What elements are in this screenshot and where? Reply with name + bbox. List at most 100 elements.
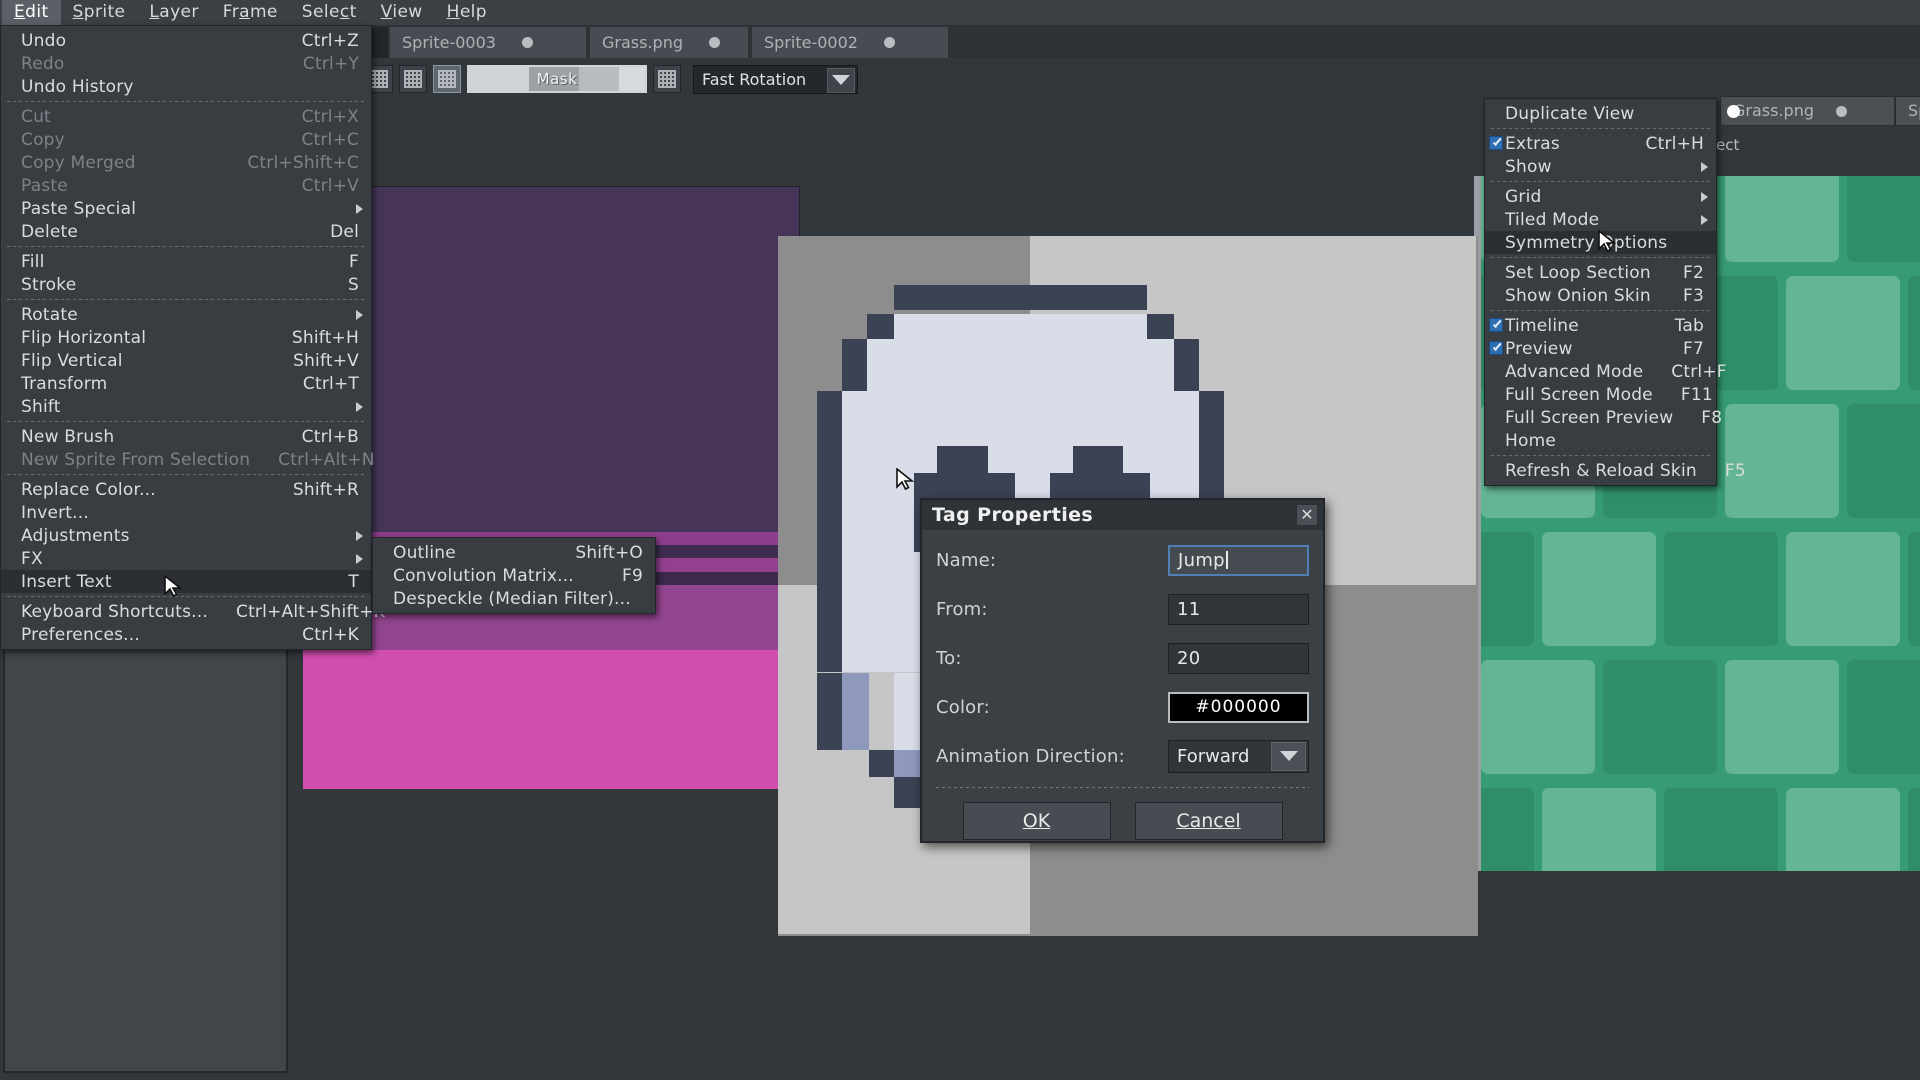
selection-intersect-button[interactable]	[653, 65, 681, 93]
menu-separator	[1491, 257, 1710, 258]
field-label: From:	[936, 599, 1168, 620]
menu-item-shortcut: F	[349, 252, 359, 272]
right-document-tab[interactable]: Spri	[1895, 96, 1920, 126]
document-tab[interactable]: Grass.png	[590, 27, 750, 58]
document-tab[interactable]: Sprite-0002	[752, 27, 950, 58]
color-swatch-button[interactable]: #000000	[1168, 692, 1309, 723]
view-menu-item-duplicate-view[interactable]: Duplicate View	[1485, 102, 1716, 125]
document-tab-close-icon[interactable]	[522, 37, 533, 48]
menubar-item-edit[interactable]: Edit	[2, 0, 61, 25]
edit-menu-item-stroke[interactable]: StrokeS	[1, 273, 371, 296]
edit-menu-item-preferences[interactable]: Preferences...Ctrl+K	[1, 623, 371, 646]
menu-bar[interactable]: EditSpriteLayerFrameSelectViewHelp	[0, 0, 1920, 25]
view-menu-item-full-screen-preview[interactable]: Full Screen PreviewF8	[1485, 406, 1716, 429]
view-dropdown-menu[interactable]: Duplicate View ExtrasCtrl+HShow GridTiled …	[1484, 98, 1717, 486]
selection-subtract-button[interactable]	[433, 65, 461, 93]
menu-item-label: Convolution Matrix...	[393, 566, 574, 586]
selection-add-button[interactable]	[399, 65, 427, 93]
view-menu-item-tiled-mode[interactable]: Tiled Mode	[1485, 208, 1716, 231]
fx-menu-item-outline[interactable]: OutlineShift+O	[373, 541, 655, 564]
menubar-item-frame[interactable]: Frame	[211, 0, 290, 25]
menu-item-label: Stroke	[21, 275, 76, 295]
edit-menu-item-insert-text[interactable]: Insert TextT	[1, 570, 371, 593]
edit-menu-item-rotate[interactable]: Rotate	[1, 303, 371, 326]
edit-menu-item-undo[interactable]: UndoCtrl+Z	[1, 29, 371, 52]
document-tab-close-icon[interactable]	[709, 37, 720, 48]
right-document-tab-close-icon[interactable]	[1836, 106, 1847, 117]
dialog-title: Tag Properties	[932, 504, 1093, 526]
view-menu-item-show[interactable]: Show	[1485, 155, 1716, 178]
tool-options-bar[interactable]: Mask Fast Rotation	[300, 58, 1920, 100]
edit-menu-item-flip-vertical[interactable]: Flip VerticalShift+V	[1, 349, 371, 372]
right-document-tabs[interactable]: Grass.pngSpri	[1720, 96, 1920, 126]
tag-properties-dialog[interactable]: Tag Properties ✕ Name:JumpFrom:11To:20Co…	[920, 498, 1325, 843]
fx-submenu[interactable]: OutlineShift+OConvolution Matrix...F9Des…	[372, 537, 656, 614]
edit-menu-item-undo-history[interactable]: Undo History	[1, 75, 371, 98]
from-input[interactable]: 11	[1168, 594, 1309, 625]
view-menu-item-preview[interactable]: PreviewF7	[1485, 337, 1716, 360]
document-tab-close-icon[interactable]	[884, 37, 895, 48]
menubar-item-sprite[interactable]: Sprite	[61, 0, 138, 25]
edit-menu-item-flip-horizontal[interactable]: Flip HorizontalShift+H	[1, 326, 371, 349]
document-tab-bar[interactable]: 04Sprite-0003Grass.pngSprite-0002	[300, 25, 1920, 58]
edit-menu-item-fill[interactable]: FillF	[1, 250, 371, 273]
dialog-title-bar[interactable]: Tag Properties ✕	[922, 500, 1323, 530]
chevron-down-icon[interactable]	[1271, 742, 1306, 771]
name-input[interactable]: Jump	[1168, 545, 1309, 576]
edit-menu-item-delete[interactable]: DeleteDel	[1, 220, 371, 243]
sprite-eye-left	[937, 446, 987, 473]
menubar-item-help[interactable]: Help	[435, 0, 499, 25]
edit-dropdown-menu[interactable]: UndoCtrl+ZRedoCtrl+YUndo HistoryCutCtrl+…	[0, 25, 372, 650]
menu-item-label: Show Onion Skin	[1505, 286, 1651, 306]
menubar-item-select[interactable]: Select	[290, 0, 369, 25]
edit-menu-item-replace-color[interactable]: Replace Color...Shift+R	[1, 478, 371, 501]
menu-item-shortcut: Ctrl+C	[301, 130, 359, 150]
right-tab-modified-dot	[1727, 105, 1740, 118]
menu-item-label: Redo	[21, 54, 65, 74]
sprite-outline	[1147, 314, 1174, 339]
menu-item-shortcut: Ctrl+T	[303, 374, 359, 394]
animation-direction-select[interactable]: Forward	[1168, 740, 1309, 773]
view-menu-item-full-screen-mode[interactable]: Full Screen ModeF11	[1485, 383, 1716, 406]
ok-button[interactable]: OK	[963, 802, 1111, 840]
view-menu-item-timeline[interactable]: TimelineTab	[1485, 314, 1716, 337]
mask-preview[interactable]: Mask	[467, 65, 647, 93]
view-menu-item-show-onion-skin[interactable]: Show Onion SkinF3	[1485, 284, 1716, 307]
aseprite-window: EditSpriteLayerFrameSelectViewHelp 04Spr…	[0, 0, 1920, 1080]
to-input[interactable]: 20	[1168, 643, 1309, 674]
checkmark-icon	[1489, 136, 1503, 150]
dialog-field-row: From:11	[936, 591, 1309, 627]
view-menu-item-extras[interactable]: ExtrasCtrl+H	[1485, 132, 1716, 155]
edit-menu-item-invert[interactable]: Invert...	[1, 501, 371, 524]
view-menu-item-refresh-reload-skin[interactable]: Refresh & Reload SkinF5	[1485, 459, 1716, 482]
chevron-right-icon	[1701, 215, 1708, 225]
edit-menu-item-adjustments[interactable]: Adjustments	[1, 524, 371, 547]
menu-separator	[1491, 128, 1710, 129]
menubar-item-view[interactable]: View	[369, 0, 435, 25]
rotation-algorithm-select[interactable]: Fast Rotation	[693, 65, 858, 94]
edit-menu-item-new-brush[interactable]: New BrushCtrl+B	[1, 425, 371, 448]
right-document-tab[interactable]: Grass.png	[1720, 96, 1895, 126]
view-menu-item-advanced-mode[interactable]: Advanced ModeCtrl+F	[1485, 360, 1716, 383]
view-menu-item-home[interactable]: Home	[1485, 429, 1716, 452]
edit-menu-item-shift[interactable]: Shift	[1, 395, 371, 418]
menu-item-shortcut: Ctrl+Y	[303, 54, 359, 74]
chevron-down-icon[interactable]	[827, 68, 855, 93]
edit-menu-item-transform[interactable]: TransformCtrl+T	[1, 372, 371, 395]
view-menu-item-grid[interactable]: Grid	[1485, 185, 1716, 208]
edit-menu-item-fx[interactable]: FX	[1, 547, 371, 570]
dialog-field-row: To:20	[936, 640, 1309, 676]
fx-menu-item-despeckle-median-filter[interactable]: Despeckle (Median Filter)...	[373, 587, 655, 610]
cancel-button[interactable]: Cancel	[1135, 802, 1283, 840]
edit-menu-item-keyboard-shortcuts[interactable]: Keyboard Shortcuts...Ctrl+Alt+Shift+K	[1, 600, 371, 623]
fx-menu-item-convolution-matrix[interactable]: Convolution Matrix...F9	[373, 564, 655, 587]
chevron-right-icon	[1701, 162, 1708, 172]
menu-item-shortcut: T	[348, 572, 359, 592]
edit-menu-item-paste-special[interactable]: Paste Special	[1, 197, 371, 220]
view-menu-item-set-loop-section[interactable]: Set Loop SectionF2	[1485, 261, 1716, 284]
document-tab[interactable]: Sprite-0003	[390, 27, 588, 58]
grass-tile	[1542, 788, 1656, 871]
document-purple-lower	[303, 650, 800, 789]
menubar-item-layer[interactable]: Layer	[137, 0, 210, 25]
close-icon[interactable]: ✕	[1296, 504, 1318, 526]
